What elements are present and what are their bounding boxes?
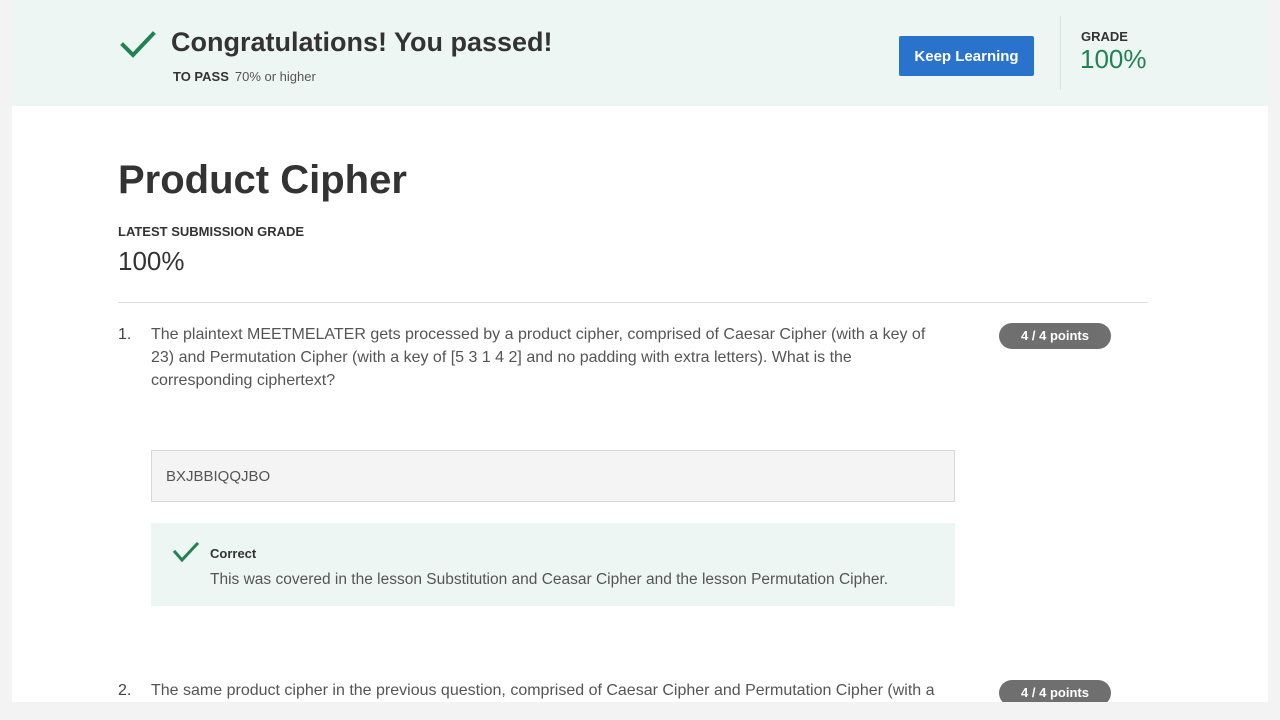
answer-field[interactable]: BXJBBIQQJBO (151, 450, 955, 502)
pass-banner: Congratulations! You passed! TO PASS 70% … (12, 0, 1268, 106)
checkmark-icon (173, 541, 199, 563)
question-number: 1. (118, 326, 132, 343)
feedback-text: This was covered in the lesson Substitut… (210, 571, 889, 588)
keep-learning-button[interactable]: Keep Learning (899, 36, 1034, 76)
page-title: Product Cipher (118, 158, 407, 202)
quiz-page: Congratulations! You passed! TO PASS 70% … (12, 0, 1268, 702)
question-text: The plaintext MEETMELATER gets processed… (151, 326, 926, 389)
points-badge: 4 / 4 points (999, 680, 1111, 702)
banner-divider (1060, 16, 1061, 90)
latest-submission-label: LATEST SUBMISSION GRADE (118, 224, 305, 239)
grade-value: 100% (1080, 44, 1147, 74)
to-pass-label: TO PASS (173, 69, 229, 84)
to-pass-value: 70% or higher (234, 69, 316, 84)
points-badge: 4 / 4 points (999, 323, 1111, 349)
to-pass-info: TO PASS 70% or higher (173, 69, 316, 84)
checkmark-icon (120, 31, 156, 58)
feedback-panel: Correct This was covered in the lesson S… (151, 523, 955, 606)
grade-label: GRADE (1081, 29, 1128, 44)
divider (118, 302, 1148, 303)
feedback-title: Correct (210, 546, 257, 561)
question-number: 2. (118, 682, 132, 699)
banner-title: Congratulations! You passed! (171, 27, 553, 57)
latest-submission-grade: 100% (118, 246, 185, 276)
question-text: The same product cipher in the previous … (151, 682, 935, 699)
